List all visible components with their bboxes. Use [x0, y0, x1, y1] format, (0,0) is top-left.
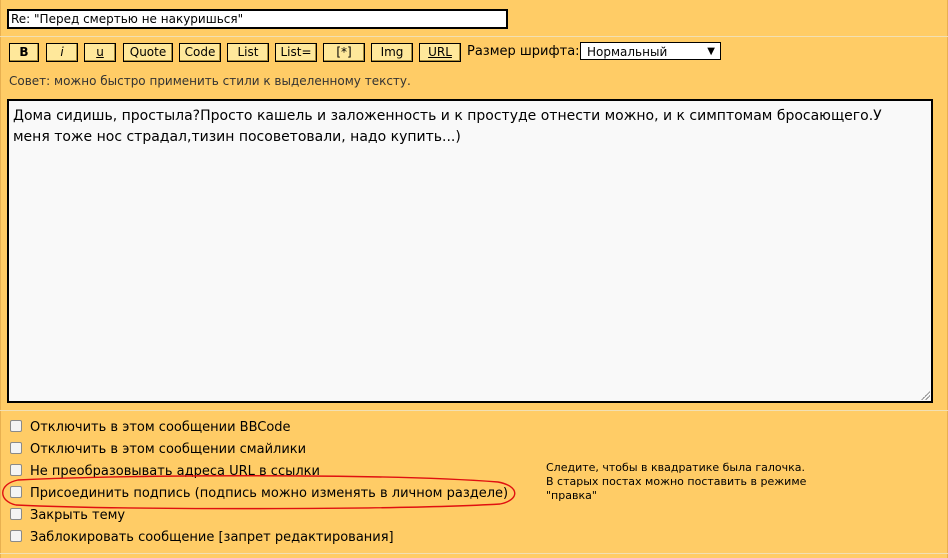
hint-line: "правка"	[546, 489, 597, 502]
option-label: Присоединить подпись (подпись можно изме…	[30, 486, 509, 501]
message-text: Дома сидишь, простыла?Просто кашель и за…	[13, 108, 882, 145]
underline-button[interactable]: u	[84, 43, 116, 62]
option-disable-bbcode[interactable]: Отключить в этом сообщении BBCode	[10, 419, 291, 437]
hint-line: В старых постах можно поставить в режиме	[546, 475, 807, 488]
option-lock-post[interactable]: Заблокировать сообщение [запрет редактир…	[10, 529, 394, 547]
signature-hint: Следите, чтобы в квадратике была галочка…	[546, 461, 806, 503]
italic-button[interactable]: i	[46, 43, 78, 62]
subject-input[interactable]: Re: "Перед смертью не накуришься"	[7, 9, 508, 29]
option-label: Не преобразовывать адреса URL в ссылки	[30, 464, 320, 479]
quote-button[interactable]: Quote	[123, 43, 173, 62]
message-textarea[interactable]: Дома сидишь, простыла?Просто кашель и за…	[7, 99, 933, 403]
option-label: Заблокировать сообщение [запрет редактир…	[30, 530, 394, 545]
formatting-tip: Совет: можно быстро применить стили к вы…	[9, 74, 411, 88]
option-label: Закрыть тему	[30, 508, 126, 523]
font-size-label: Размер шрифта:	[467, 44, 580, 59]
checkbox[interactable]	[10, 507, 22, 520]
bold-button[interactable]: B	[9, 43, 39, 62]
divider	[0, 36, 948, 37]
font-size-value: Нормальный	[587, 45, 668, 59]
list-item-button[interactable]: [*]	[323, 43, 365, 62]
chevron-down-icon: ▼	[707, 46, 715, 57]
checkbox[interactable]	[10, 463, 22, 476]
checkbox[interactable]	[10, 529, 22, 542]
option-disable-smilies[interactable]: Отключить в этом сообщении смайлики	[10, 441, 306, 459]
url-button[interactable]: URL	[419, 43, 461, 62]
checkbox[interactable]	[10, 485, 22, 498]
checkbox[interactable]	[10, 419, 22, 432]
code-button[interactable]: Code	[179, 43, 221, 62]
divider	[0, 553, 948, 554]
option-disable-urls[interactable]: Не преобразовывать адреса URL в ссылки	[10, 463, 320, 481]
ordered-list-button[interactable]: List=	[275, 43, 317, 62]
checkbox[interactable]	[10, 441, 22, 454]
option-label: Отключить в этом сообщении смайлики	[30, 442, 307, 457]
font-size-select[interactable]: Нормальный ▼	[580, 42, 721, 60]
divider	[0, 410, 948, 411]
option-label: Отключить в этом сообщении BBCode	[30, 420, 291, 435]
image-button[interactable]: Img	[371, 43, 413, 62]
option-lock-topic[interactable]: Закрыть тему	[10, 507, 125, 525]
resize-handle-icon[interactable]	[920, 390, 930, 400]
list-button[interactable]: List	[227, 43, 269, 62]
option-attach-signature[interactable]: Присоединить подпись (подпись можно изме…	[10, 485, 508, 503]
hint-line: Следите, чтобы в квадратике была галочка…	[546, 461, 806, 474]
